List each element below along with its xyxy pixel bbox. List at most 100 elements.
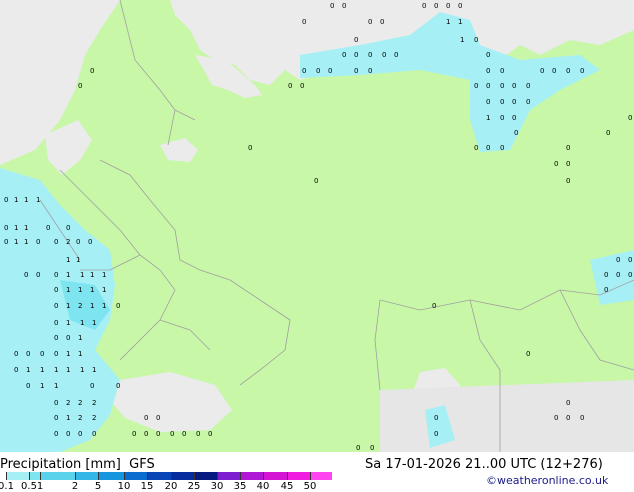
svg-text:1: 1	[90, 286, 94, 294]
scale-label: 0.1	[0, 481, 14, 492]
scale-swatch	[6, 472, 29, 480]
svg-text:1: 1	[80, 366, 84, 374]
svg-text:0: 0	[606, 129, 610, 137]
svg-text:1: 1	[24, 224, 28, 232]
southeast-dry-area	[380, 380, 634, 452]
svg-text:1: 1	[54, 366, 58, 374]
svg-text:0: 0	[554, 160, 558, 168]
svg-text:1: 1	[486, 114, 490, 122]
svg-text:0: 0	[24, 271, 28, 279]
precipitation-map: 0111 01100 01100200 11 0001111 01111 012…	[0, 0, 634, 452]
legend-title: Precipitation [mm] GFS	[0, 457, 155, 472]
svg-text:2: 2	[78, 414, 82, 422]
svg-text:0: 0	[628, 271, 632, 279]
svg-text:1: 1	[66, 302, 70, 310]
svg-text:1: 1	[66, 350, 70, 358]
svg-text:0: 0	[4, 224, 8, 232]
svg-text:0: 0	[88, 238, 92, 246]
svg-text:1: 1	[78, 334, 82, 342]
svg-text:0: 0	[182, 430, 186, 438]
scale-label: 35	[233, 481, 247, 492]
scale-swatch	[171, 472, 194, 480]
svg-text:0: 0	[92, 430, 96, 438]
svg-text:1: 1	[66, 256, 70, 264]
svg-text:0: 0	[54, 271, 58, 279]
svg-text:1: 1	[54, 382, 58, 390]
svg-text:0: 0	[526, 82, 530, 90]
svg-text:0: 0	[342, 51, 346, 59]
svg-text:0: 0	[4, 196, 8, 204]
svg-text:1: 1	[24, 196, 28, 204]
svg-text:0: 0	[526, 350, 530, 358]
svg-text:0: 0	[526, 98, 530, 106]
svg-text:0: 0	[316, 67, 320, 75]
svg-text:0: 0	[302, 67, 306, 75]
svg-text:0: 0	[26, 350, 30, 358]
svg-text:0: 0	[580, 67, 584, 75]
svg-text:1: 1	[40, 382, 44, 390]
svg-text:0: 0	[368, 67, 372, 75]
svg-text:0: 0	[328, 67, 332, 75]
svg-text:0: 0	[78, 82, 82, 90]
svg-text:0: 0	[54, 319, 58, 327]
svg-text:0: 0	[604, 271, 608, 279]
svg-text:0: 0	[540, 67, 544, 75]
svg-text:0: 0	[76, 238, 80, 246]
svg-text:0: 0	[132, 430, 136, 438]
svg-text:0: 0	[302, 18, 306, 26]
svg-text:0: 0	[356, 444, 360, 452]
svg-text:0: 0	[434, 2, 438, 10]
svg-text:0: 0	[54, 350, 58, 358]
svg-text:1: 1	[458, 18, 462, 26]
scale-swatch	[147, 472, 171, 480]
scale-label: 25	[187, 481, 201, 492]
model-name: GFS	[129, 457, 155, 472]
svg-text:0: 0	[116, 382, 120, 390]
svg-text:0: 0	[628, 256, 632, 264]
svg-text:0: 0	[208, 430, 212, 438]
svg-text:0: 0	[500, 98, 504, 106]
svg-text:0: 0	[616, 271, 620, 279]
scale-label: 50	[303, 481, 317, 492]
svg-text:0: 0	[354, 67, 358, 75]
svg-text:0: 0	[422, 2, 426, 10]
svg-text:1: 1	[446, 18, 450, 26]
svg-text:0: 0	[196, 430, 200, 438]
svg-text:0: 0	[368, 18, 372, 26]
svg-text:0: 0	[616, 256, 620, 264]
svg-text:0: 0	[36, 271, 40, 279]
svg-text:0: 0	[54, 302, 58, 310]
svg-text:2: 2	[78, 302, 82, 310]
svg-text:0: 0	[66, 334, 70, 342]
svg-text:1: 1	[36, 196, 40, 204]
svg-text:0: 0	[156, 430, 160, 438]
svg-text:0: 0	[486, 82, 490, 90]
svg-text:2: 2	[92, 399, 96, 407]
legend-title-text: Precipitation [mm]	[0, 457, 121, 472]
svg-text:0: 0	[380, 18, 384, 26]
svg-text:0: 0	[342, 2, 346, 10]
svg-text:0: 0	[566, 160, 570, 168]
scale-swatch	[263, 472, 287, 480]
svg-text:1: 1	[102, 302, 106, 310]
svg-text:0: 0	[474, 82, 478, 90]
svg-text:0: 0	[26, 382, 30, 390]
scale-label: 2	[71, 481, 79, 492]
svg-text:1: 1	[92, 319, 96, 327]
svg-text:0: 0	[36, 238, 40, 246]
scale-swatch	[124, 472, 147, 480]
svg-text:1: 1	[40, 366, 44, 374]
scale-label: 1	[36, 481, 44, 492]
scale-swatch	[75, 472, 98, 480]
svg-text:1: 1	[90, 271, 94, 279]
svg-text:0: 0	[54, 430, 58, 438]
svg-text:0: 0	[370, 444, 374, 452]
svg-text:1: 1	[66, 319, 70, 327]
svg-text:0: 0	[554, 414, 558, 422]
svg-text:0: 0	[382, 51, 386, 59]
svg-text:0: 0	[288, 82, 292, 90]
svg-text:0: 0	[566, 399, 570, 407]
scale-swatch	[310, 472, 332, 480]
svg-text:1: 1	[66, 366, 70, 374]
svg-text:0: 0	[4, 238, 8, 246]
